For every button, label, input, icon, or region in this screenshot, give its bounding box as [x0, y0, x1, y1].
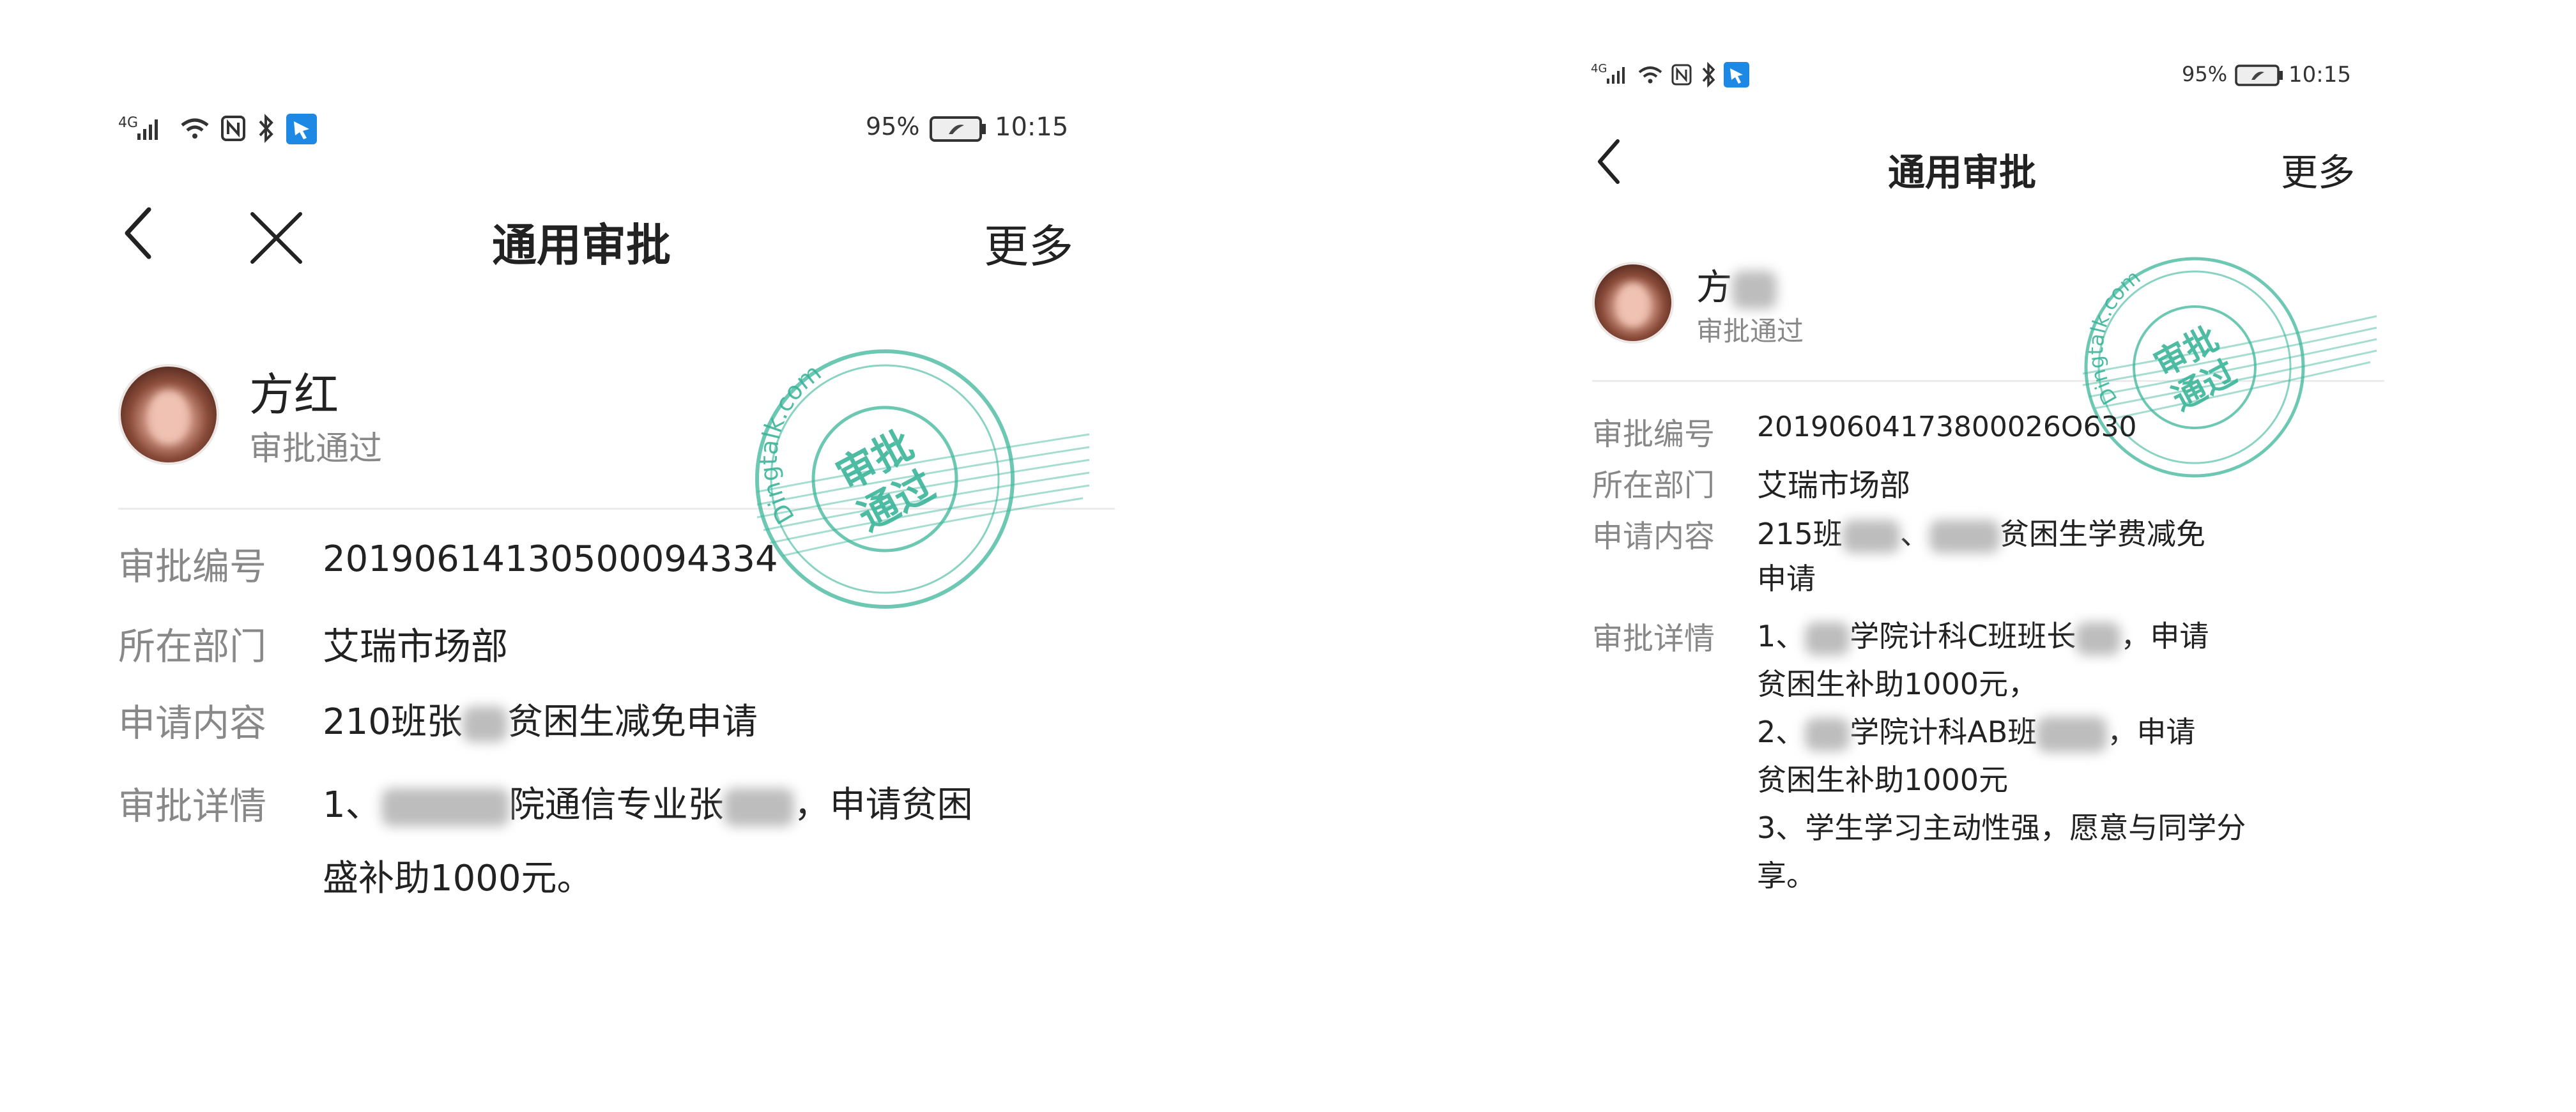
field-value-request-line2: 申请: [1757, 561, 1816, 596]
applicant-name: 方: [1696, 259, 1777, 310]
redacted-text: [2037, 716, 2108, 752]
bluetooth-icon: [1702, 62, 1715, 88]
app-notification-icon: [286, 114, 317, 144]
nfc-icon: [221, 116, 245, 141]
approval-stamp: Dingtalk.com 审批 通过: [2082, 257, 2377, 478]
field-value-request: 210班张 贫困生减免申请: [323, 701, 758, 743]
redacted-text: [462, 706, 507, 742]
wifi-icon: [181, 118, 209, 139]
field-label-details: 审批详情: [1592, 621, 1715, 657]
signal-icon: [137, 119, 158, 140]
network-type: 4G: [118, 115, 139, 131]
field-label-department: 所在部门: [1592, 468, 1715, 503]
svg-text:Dingtalk.com: Dingtalk.com: [755, 358, 827, 529]
redacted-text: [1805, 621, 1850, 655]
redacted-text: [2076, 621, 2121, 655]
page-title: 通用审批: [492, 219, 671, 271]
field-value-details-line5: 3、学生学习主动性强，愿意与同学分: [1757, 811, 2246, 845]
field-value-department: 艾瑞市场部: [1757, 468, 1911, 503]
redacted-text: [1732, 270, 1777, 309]
clock: 10:15: [2288, 62, 2351, 88]
field-label-approval-no: 审批编号: [118, 545, 267, 588]
applicant-name: 方红: [249, 369, 339, 421]
field-value-details-line2: 盛补助1000元。: [323, 858, 593, 899]
more-button[interactable]: 更多: [2281, 142, 2355, 196]
stamp-brand-text: Dingtalk.com: [755, 358, 827, 529]
field-label-department: 所在部门: [118, 625, 267, 668]
field-value-request-line1: 215班、贫困生学费减免: [1757, 511, 2205, 553]
approval-screen-left: 4G 95% 10:15 通用审批 更多 方红 审批通过 Dingtalk.co…: [105, 96, 1118, 926]
field-label-request: 申请内容: [1592, 519, 1715, 554]
network-type: 4G: [1591, 62, 1607, 75]
approval-screen-right: 4G 95% 10:15 通用审批 更多 方 审批通过 Dingtalk.com…: [1578, 48, 2389, 1006]
field-value-details-line3: 2、 学院计科AB班 ，申请: [1757, 709, 2195, 752]
more-button[interactable]: 更多: [984, 211, 1073, 275]
close-icon[interactable]: [249, 211, 303, 265]
battery-percent: 95%: [866, 112, 920, 141]
nfc-icon: [1671, 64, 1692, 86]
avatar: [1592, 262, 1674, 344]
field-value-department: 艾瑞市场部: [323, 625, 509, 668]
field-value-approval-no: 20190614130500094334: [323, 538, 778, 580]
clock: 10:15: [995, 112, 1069, 142]
app-notification-icon: [1724, 62, 1749, 88]
page-title: 通用审批: [1888, 151, 2037, 194]
approval-status: 审批通过: [249, 430, 383, 468]
battery-icon: [930, 116, 986, 142]
field-label-request: 申请内容: [118, 701, 267, 745]
field-value-details-line6: 享。: [1757, 858, 1816, 893]
bluetooth-icon: [259, 114, 273, 143]
field-value-details-line1: 1、 院通信专业张 ，申请贫困: [323, 784, 973, 826]
battery-percent: 95%: [2182, 62, 2228, 86]
redacted-text: [381, 788, 509, 826]
field-value-details-line4: 贫困生补助1000元: [1757, 763, 2009, 797]
avatar: [118, 364, 219, 465]
wifi-icon: [1638, 66, 1662, 84]
redacted-text: [723, 788, 794, 826]
field-value-approval-no: 20190604173800026O630: [1757, 411, 2137, 443]
back-arrow-icon[interactable]: [118, 204, 157, 262]
back-arrow-icon[interactable]: [1592, 137, 1624, 186]
approval-status: 审批通过: [1696, 316, 1804, 347]
battery-icon: [2235, 65, 2283, 86]
approval-stamp: Dingtalk.com 审批 通过: [755, 349, 1090, 609]
redacted-text: [1805, 717, 1850, 751]
field-label-details: 审批详情: [118, 784, 267, 828]
field-value-details-line2: 贫困生补助1000元，: [1757, 667, 2038, 701]
field-label-approval-no: 审批编号: [1592, 416, 1715, 452]
redacted-text: [1929, 519, 2000, 553]
signal-icon: [1607, 67, 1625, 84]
redacted-text: [1842, 519, 1900, 553]
field-value-details-line1: 1、 学院计科C班班长 ，申请: [1757, 613, 2209, 655]
